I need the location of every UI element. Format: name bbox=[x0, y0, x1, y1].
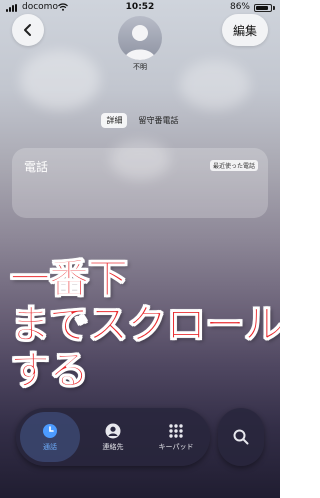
caption-line-2: までスクロール bbox=[10, 302, 281, 349]
person-icon bbox=[105, 423, 121, 438]
tab-bar: 通話 連絡先 キーパッド bbox=[16, 408, 210, 466]
phone-card[interactable]: 電話 最近使った電話 bbox=[12, 148, 268, 218]
segment-chips: 詳細 留守番電話 bbox=[0, 110, 280, 129]
avatar bbox=[118, 16, 162, 60]
person-silhouette-icon bbox=[124, 25, 156, 60]
battery-level bbox=[256, 6, 268, 10]
caption-line-1: 一番下 bbox=[10, 256, 129, 303]
back-button[interactable] bbox=[12, 14, 44, 46]
phone-app-screen: docomo 10:52 86% 不明 編集 詳細 留守番電話 電話 最近使った bbox=[0, 0, 280, 498]
recent-tag: 最近使った電話 bbox=[209, 160, 258, 171]
search-icon bbox=[233, 429, 249, 445]
tab-keypad[interactable]: キーパッド bbox=[146, 412, 206, 462]
caption-line-3: する bbox=[10, 348, 90, 395]
tab-label: キーパッド bbox=[158, 442, 194, 451]
tab-label: 通話 bbox=[43, 442, 57, 451]
battery-percent: 86% bbox=[229, 2, 250, 12]
tab-calls[interactable]: 通話 bbox=[20, 412, 80, 462]
keypad-icon bbox=[169, 423, 183, 438]
chevron-left-icon bbox=[24, 24, 31, 36]
contact-name: 不明 bbox=[133, 63, 147, 71]
background-blur bbox=[20, 50, 100, 110]
tab-label: 連絡先 bbox=[102, 442, 124, 451]
voicemail-chip[interactable]: 留守番電話 bbox=[139, 115, 179, 126]
overlay-caption: 一番下 までスクロール する bbox=[10, 256, 281, 395]
battery-icon bbox=[254, 4, 272, 12]
search-button[interactable] bbox=[218, 408, 264, 466]
clock-icon bbox=[43, 423, 57, 438]
edit-button[interactable]: 編集 bbox=[222, 14, 268, 46]
phone-card-title: 電話 bbox=[24, 160, 49, 174]
battery-tip bbox=[273, 6, 275, 10]
details-chip[interactable]: 詳細 bbox=[101, 113, 128, 128]
tab-contacts[interactable]: 連絡先 bbox=[83, 412, 143, 462]
